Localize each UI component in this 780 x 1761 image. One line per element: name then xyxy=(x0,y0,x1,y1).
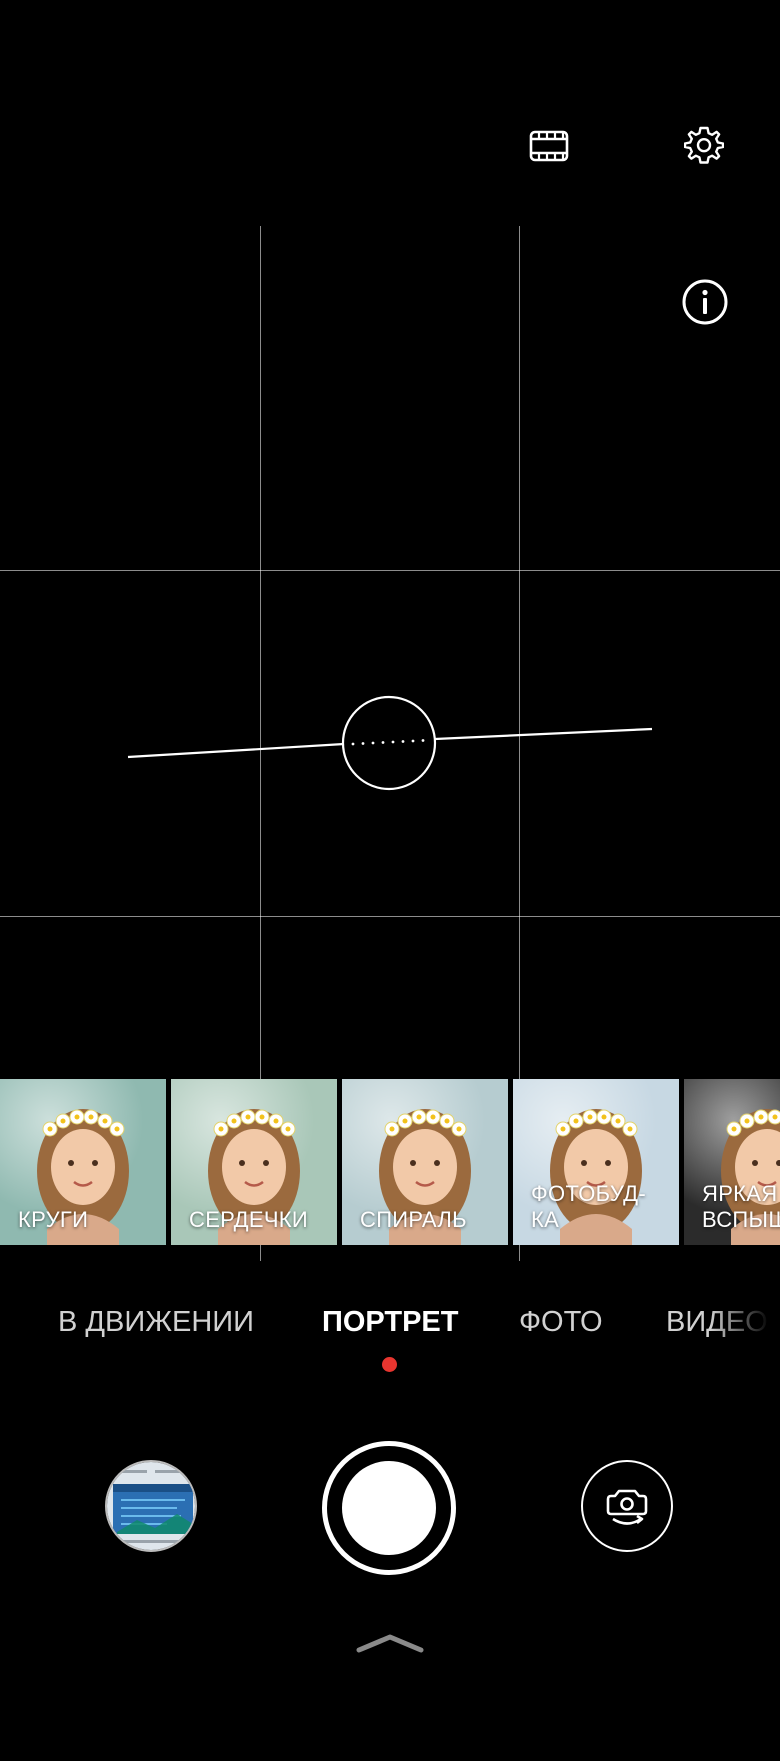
filter-label: СПИРАЛЬ xyxy=(360,1207,467,1232)
mode-photo[interactable]: ФОТО xyxy=(519,1306,603,1339)
gallery-thumbnail[interactable] xyxy=(105,1460,197,1552)
shutter-inner xyxy=(342,1461,436,1555)
info-icon[interactable] xyxy=(677,274,733,330)
grid-line-horizontal-2 xyxy=(0,916,780,917)
mode-fade-overlay xyxy=(710,1296,780,1356)
mode-selector: В ДВИЖЕНИИ ПОРТРЕТ ФОТО ВИДЕО xyxy=(0,1306,780,1350)
gear-icon[interactable] xyxy=(676,117,732,173)
filter-item[interactable]: ФОТОБУД- КА xyxy=(513,1079,679,1245)
filter-item[interactable]: СЕРДЕЧКИ xyxy=(171,1079,337,1245)
active-mode-indicator xyxy=(382,1357,397,1372)
chevron-up-icon[interactable] xyxy=(355,1630,425,1656)
filter-item[interactable]: КРУГИ xyxy=(0,1079,166,1245)
mode-portrait[interactable]: ПОРТРЕТ xyxy=(322,1306,458,1339)
filter-label: КРУГИ xyxy=(18,1207,89,1232)
filter-strip: КРУГИ СЕРДЕЧКИ СПИРАЛЬ ФОТОБУД- КА ЯРКАЯ ВСП… xyxy=(0,1079,780,1247)
filter-label: СЕРДЕЧКИ xyxy=(189,1207,309,1232)
filter-item[interactable]: ЯРКАЯ ВСПЫШ xyxy=(684,1079,780,1245)
filter-label: ФОТОБУД- КА xyxy=(531,1181,646,1232)
switch-camera-button[interactable] xyxy=(581,1460,673,1552)
grid-line-horizontal-1 xyxy=(0,570,780,571)
filter-item[interactable]: СПИРАЛЬ xyxy=(342,1079,508,1245)
mode-in-motion[interactable]: В ДВИЖЕНИИ xyxy=(58,1306,254,1339)
shutter-button[interactable] xyxy=(322,1441,456,1575)
film-strip-icon[interactable] xyxy=(521,118,577,174)
filter-label: ЯРКАЯ ВСПЫШ xyxy=(702,1181,780,1232)
switch-camera-icon xyxy=(606,1489,648,1525)
